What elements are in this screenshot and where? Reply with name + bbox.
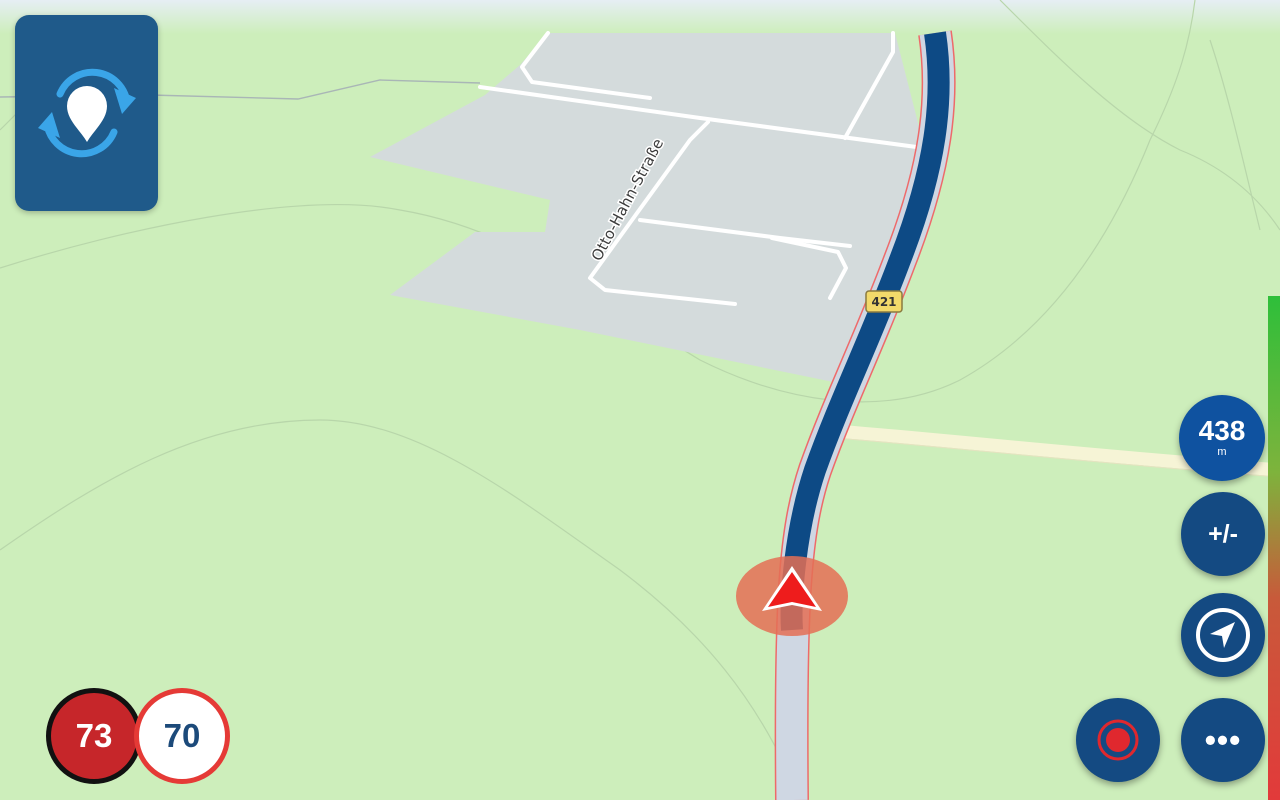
record-icon — [1097, 719, 1139, 761]
navigate-button[interactable] — [1181, 593, 1265, 677]
zoom-label: +/- — [1208, 519, 1238, 548]
road-shield: 421 — [865, 290, 903, 313]
record-button[interactable] — [1076, 698, 1160, 782]
distance-unit: m — [1217, 446, 1227, 458]
distance-value: 438 — [1198, 415, 1246, 446]
zoom-button[interactable]: +/- — [1181, 492, 1265, 576]
location-refresh-icon — [37, 68, 136, 158]
more-button[interactable]: ••• — [1181, 698, 1265, 782]
gps-signal-bar — [1268, 296, 1280, 800]
navigation-arrow-icon — [1196, 608, 1250, 662]
map-view[interactable]: Otto-Hahn-Straße 421 — [0, 0, 1280, 800]
more-icon: ••• — [1204, 721, 1242, 758]
speed-display: 73 70 — [46, 688, 236, 788]
speed-limit-sign: 70 — [134, 688, 230, 784]
location-refresh-button[interactable] — [15, 15, 158, 211]
current-speed: 73 — [46, 688, 142, 784]
distance-button[interactable]: 438 m — [1179, 395, 1265, 481]
svg-text:421: 421 — [871, 295, 896, 309]
